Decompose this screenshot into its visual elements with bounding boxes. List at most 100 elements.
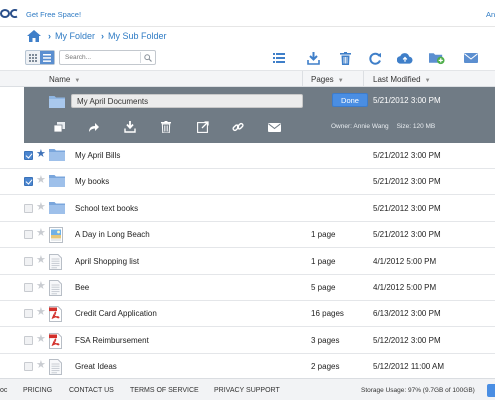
file-modified: 5/12/2012 3:00 PM xyxy=(373,336,441,345)
file-modified: 4/1/2012 5:00 PM xyxy=(373,257,437,266)
file-modified: 5/21/2012 3:00 PM xyxy=(373,177,441,186)
logo[interactable] xyxy=(0,9,20,18)
column-last-modified[interactable]: Last Modified ▼ xyxy=(373,75,431,84)
column-header: Name ▼ Pages ▼ Last Modified ▼ xyxy=(0,70,495,87)
footer: oc PRICING CONTACT US TERMS OF SERVICE P… xyxy=(0,378,495,400)
footer-link-privacy[interactable]: PRIVACY SUPPORT xyxy=(214,387,280,394)
file-name[interactable]: April Shopping list xyxy=(75,257,139,266)
column-pages-label: Pages xyxy=(311,75,334,84)
toolbar xyxy=(0,46,495,70)
sort-arrow-icon: ▼ xyxy=(424,78,431,84)
column-modified-label: Last Modified xyxy=(373,75,421,84)
file-row[interactable]: ★ FSA Reimbursement 3 pages 5/12/2012 3:00 … xyxy=(0,328,495,354)
trash-icon[interactable] xyxy=(337,50,353,66)
file-pages: 2 pages xyxy=(311,362,340,371)
folder-date: 5/21/2012 3:00 PM xyxy=(373,96,441,105)
column-name[interactable]: Name ▼ xyxy=(49,75,80,84)
upgrade-button[interactable] xyxy=(487,384,495,397)
file-name[interactable]: Great Ideas xyxy=(75,362,117,371)
file-name[interactable]: My books xyxy=(75,177,109,186)
breadcrumb-my-sub-folder[interactable]: My Sub Folder xyxy=(108,31,167,41)
file-pages: 3 pages xyxy=(311,336,340,345)
sort-arrow-icon: ▼ xyxy=(74,78,81,84)
share-arrow-icon[interactable] xyxy=(86,120,100,134)
column-name-label: Name xyxy=(49,75,71,84)
add-folder-icon[interactable] xyxy=(429,50,445,66)
email-icon[interactable] xyxy=(463,50,479,66)
file-modified: 5/21/2012 3:00 PM xyxy=(373,204,441,213)
footer-link-terms[interactable]: TERMS OF SERVICE xyxy=(130,387,199,394)
get-free-space-link[interactable]: Get Free Space! xyxy=(26,10,81,19)
search-icon[interactable] xyxy=(140,52,154,63)
sort-arrow-icon: ▼ xyxy=(337,78,344,84)
email-icon[interactable] xyxy=(267,120,281,134)
file-modified: 5/21/2012 3:00 PM xyxy=(373,230,441,239)
search-input[interactable] xyxy=(60,51,140,64)
file-name[interactable]: School text books xyxy=(75,204,138,213)
export-icon[interactable] xyxy=(196,120,210,134)
row-checkbox[interactable] xyxy=(24,204,33,213)
breadcrumb-my-folder[interactable]: My Folder xyxy=(55,31,95,41)
download-icon[interactable] xyxy=(305,50,321,66)
star-icon[interactable]: ★ xyxy=(36,334,46,345)
cloud-upload-icon[interactable] xyxy=(397,50,413,66)
file-row[interactable]: ★ Credit Card Application 16 pages 6/13/201… xyxy=(0,301,495,327)
star-icon[interactable]: ★ xyxy=(36,149,46,160)
file-pages: 16 pages xyxy=(311,309,344,318)
list-view-icon[interactable] xyxy=(271,50,287,66)
done-button[interactable]: Done xyxy=(332,93,368,107)
account-link[interactable]: An xyxy=(486,10,495,19)
row-checkbox[interactable] xyxy=(24,283,33,292)
folder-icon xyxy=(49,201,65,217)
star-icon[interactable]: ★ xyxy=(36,175,46,186)
row-checkbox[interactable] xyxy=(24,336,33,345)
rename-panel: Done 5/21/2012 3:00 PM Owner: Annie Wang… xyxy=(24,87,495,143)
trash-icon[interactable] xyxy=(159,120,173,134)
copy-icon[interactable] xyxy=(52,120,66,134)
file-name[interactable]: A Day in Long Beach xyxy=(75,230,150,239)
file-row[interactable]: ★ My books 5/21/2012 3:00 PM xyxy=(0,169,495,195)
refresh-icon[interactable] xyxy=(367,50,383,66)
row-checkbox[interactable] xyxy=(24,177,33,186)
file-pages: 1 page xyxy=(311,257,336,266)
star-icon[interactable]: ★ xyxy=(36,202,46,213)
link-icon[interactable] xyxy=(231,120,245,134)
file-name[interactable]: FSA Reimbursement xyxy=(75,336,149,345)
row-checkbox[interactable] xyxy=(24,151,33,160)
file-row[interactable]: ★ Bee 5 page 4/1/2012 5:00 PM xyxy=(0,275,495,301)
file-row[interactable]: ★ My April Bills 5/21/2012 3:00 PM xyxy=(0,143,495,169)
grid-view-icon[interactable] xyxy=(26,51,40,64)
star-icon[interactable]: ★ xyxy=(36,255,46,266)
breadcrumb-separator: › xyxy=(48,31,51,41)
star-icon[interactable]: ★ xyxy=(36,228,46,239)
file-row[interactable]: ★ A Day in Long Beach 1 page 5/21/2012 3:00… xyxy=(0,222,495,248)
folder-name-input[interactable] xyxy=(71,94,303,108)
list-view-toggle-icon[interactable] xyxy=(40,51,54,64)
star-icon[interactable]: ★ xyxy=(36,307,46,318)
file-row[interactable]: ★ Great Ideas 2 pages 5/12/2012 11:00 AM xyxy=(0,354,495,380)
star-icon[interactable]: ★ xyxy=(36,281,46,292)
row-checkbox[interactable] xyxy=(24,230,33,239)
row-checkbox[interactable] xyxy=(24,257,33,266)
image-file-icon xyxy=(49,227,65,243)
file-name[interactable]: Bee xyxy=(75,283,89,292)
star-icon[interactable]: ★ xyxy=(36,360,46,371)
file-row[interactable]: ★ April Shopping list 1 page 4/1/2012 5:00 … xyxy=(0,249,495,275)
footer-link-pricing[interactable]: PRICING xyxy=(23,387,52,394)
column-pages[interactable]: Pages ▼ xyxy=(311,75,344,84)
row-checkbox[interactable] xyxy=(24,362,33,371)
row-checkbox[interactable] xyxy=(24,309,33,318)
home-icon[interactable] xyxy=(26,29,42,43)
pdf-file-icon xyxy=(49,333,65,349)
file-name[interactable]: My April Bills xyxy=(75,151,120,160)
view-toggle xyxy=(25,50,55,65)
file-name[interactable]: Credit Card Application xyxy=(75,309,157,318)
file-pages: 5 page xyxy=(311,283,336,292)
folder-icon xyxy=(49,95,65,110)
folder-meta: Owner: Annie Wang Size: 120 MB xyxy=(331,123,435,130)
file-row[interactable]: ★ School text books 5/21/2012 3:00 PM xyxy=(0,196,495,222)
download-icon[interactable] xyxy=(123,120,137,134)
search-box xyxy=(59,50,156,65)
footer-link-logo[interactable]: oc xyxy=(0,387,7,394)
footer-link-contact[interactable]: CONTACT US xyxy=(69,387,114,394)
